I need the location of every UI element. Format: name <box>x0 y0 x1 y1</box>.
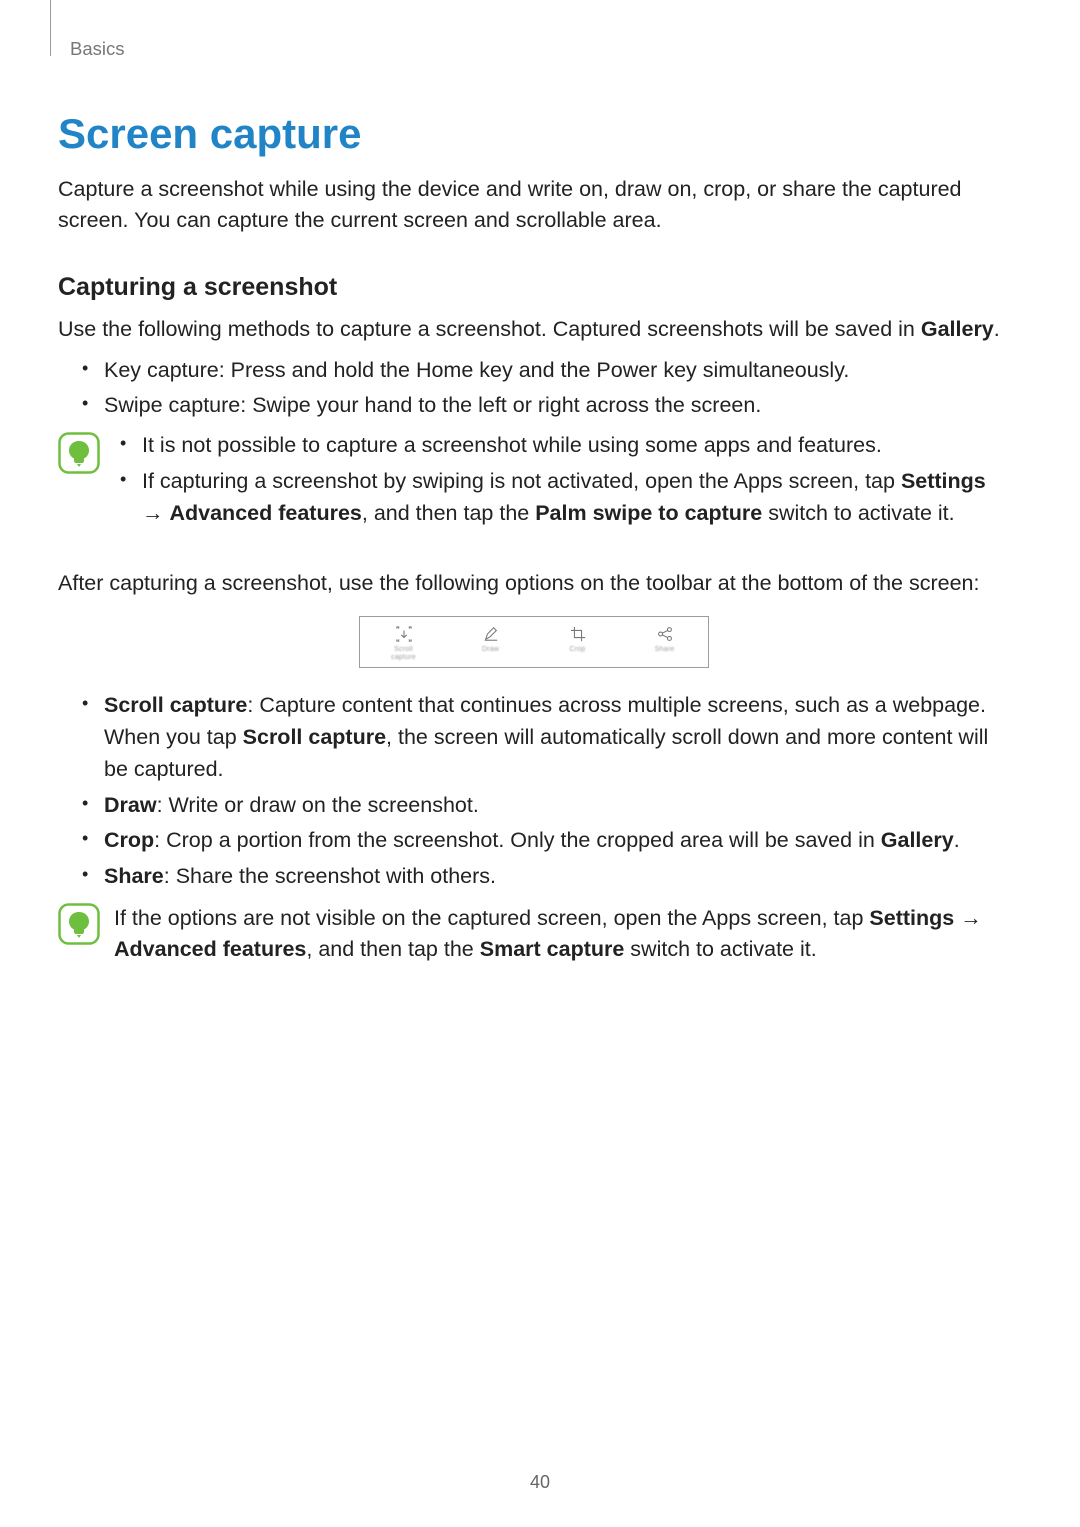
toolbar-crop: Crop <box>534 625 621 653</box>
n1b2-post: switch to activate it. <box>762 501 954 525</box>
toolbar-label: Crop <box>570 646 586 653</box>
note2-body: If the options are not visible on the ca… <box>114 901 1010 965</box>
opt-draw-text: : Write or draw on the screenshot. <box>157 793 479 817</box>
n2-pre: If the options are not visible on the ca… <box>114 906 869 930</box>
share-icon <box>656 625 674 643</box>
subheading-capturing: Capturing a screenshot <box>58 273 1010 302</box>
n2-post: switch to activate it. <box>624 937 816 961</box>
after-paragraph: After capturing a screenshot, use the fo… <box>58 568 1010 599</box>
toolbar-figure: Scroll capture Draw Crop <box>58 616 1010 668</box>
lead-gallery: Gallery <box>921 317 994 341</box>
note1-item2: If capturing a screenshot by swiping is … <box>114 466 1010 530</box>
n2-smart: Smart capture <box>480 937 625 961</box>
lead-post: . <box>994 317 1000 341</box>
note-icon <box>58 903 100 945</box>
bullet-swipe-capture: Swipe capture: Swipe your hand to the le… <box>76 390 1010 422</box>
toolbar-share: Share <box>621 625 708 653</box>
note-block-2: If the options are not visible on the ca… <box>58 901 1010 965</box>
opt-draw-name: Draw <box>104 793 157 817</box>
opt-share-text: : Share the screenshot with others. <box>164 864 496 888</box>
toolbar-scroll-capture: Scroll capture <box>360 625 447 661</box>
opt-crop-pre: : Crop a portion from the screenshot. On… <box>154 828 881 852</box>
page-title: Screen capture <box>58 110 1010 158</box>
opt-share-name: Share <box>104 864 164 888</box>
n2-settings: Settings <box>869 906 954 930</box>
opt-scroll-name: Scroll capture <box>104 693 247 717</box>
option-scroll-capture: Scroll capture: Capture content that con… <box>76 690 1010 785</box>
opt-crop-name: Crop <box>104 828 154 852</box>
option-draw: Draw: Write or draw on the screenshot. <box>76 790 1010 822</box>
opt-scroll-mid: Scroll capture <box>243 725 386 749</box>
toolbar-label: Share <box>655 646 675 653</box>
lead-paragraph: Use the following methods to capture a s… <box>58 314 1010 345</box>
bullet-key-capture: Key capture: Press and hold the Home key… <box>76 355 1010 387</box>
note-icon <box>58 432 100 474</box>
n1b2-adv: Advanced features <box>169 501 361 525</box>
n2-arrow: → <box>954 906 981 930</box>
intro-paragraph: Capture a screenshot while using the dev… <box>58 174 1010 235</box>
page-number: 40 <box>0 1472 1080 1493</box>
section-label: Basics <box>70 38 125 60</box>
method-list: Key capture: Press and hold the Home key… <box>76 355 1010 423</box>
toolbar-label2: capture <box>391 654 416 661</box>
scroll-capture-icon <box>395 625 413 643</box>
crop-icon <box>569 625 587 643</box>
n1b2-mid: , and then tap the <box>362 501 535 525</box>
note1-item1: It is not possible to capture a screensh… <box>114 430 1010 462</box>
options-list: Scroll capture: Capture content that con… <box>76 690 1010 893</box>
opt-crop-gallery: Gallery <box>881 828 954 852</box>
note-block-1: It is not possible to capture a screensh… <box>58 430 1010 533</box>
document-page: Basics Screen capture Capture a screensh… <box>0 0 1080 1527</box>
header-rule <box>50 0 51 56</box>
n2-adv: Advanced features <box>114 937 306 961</box>
opt-crop-post: . <box>954 828 960 852</box>
note1-list: It is not possible to capture a screensh… <box>114 430 1010 533</box>
option-share: Share: Share the screenshot with others. <box>76 861 1010 893</box>
n1b2-arrow: → <box>142 501 169 525</box>
toolbar-draw: Draw <box>447 625 534 653</box>
lead-pre: Use the following methods to capture a s… <box>58 317 921 341</box>
toolbar-label: Draw <box>482 646 499 653</box>
toolbar-label: Scroll <box>394 646 413 653</box>
n2-mid: , and then tap the <box>306 937 479 961</box>
n1b2-palm: Palm swipe to capture <box>535 501 762 525</box>
n1b2-pre: If capturing a screenshot by swiping is … <box>142 469 901 493</box>
n1b2-settings: Settings <box>901 469 986 493</box>
screenshot-toolbar: Scroll capture Draw Crop <box>359 616 709 668</box>
draw-icon <box>482 625 500 643</box>
option-crop: Crop: Crop a portion from the screenshot… <box>76 825 1010 857</box>
